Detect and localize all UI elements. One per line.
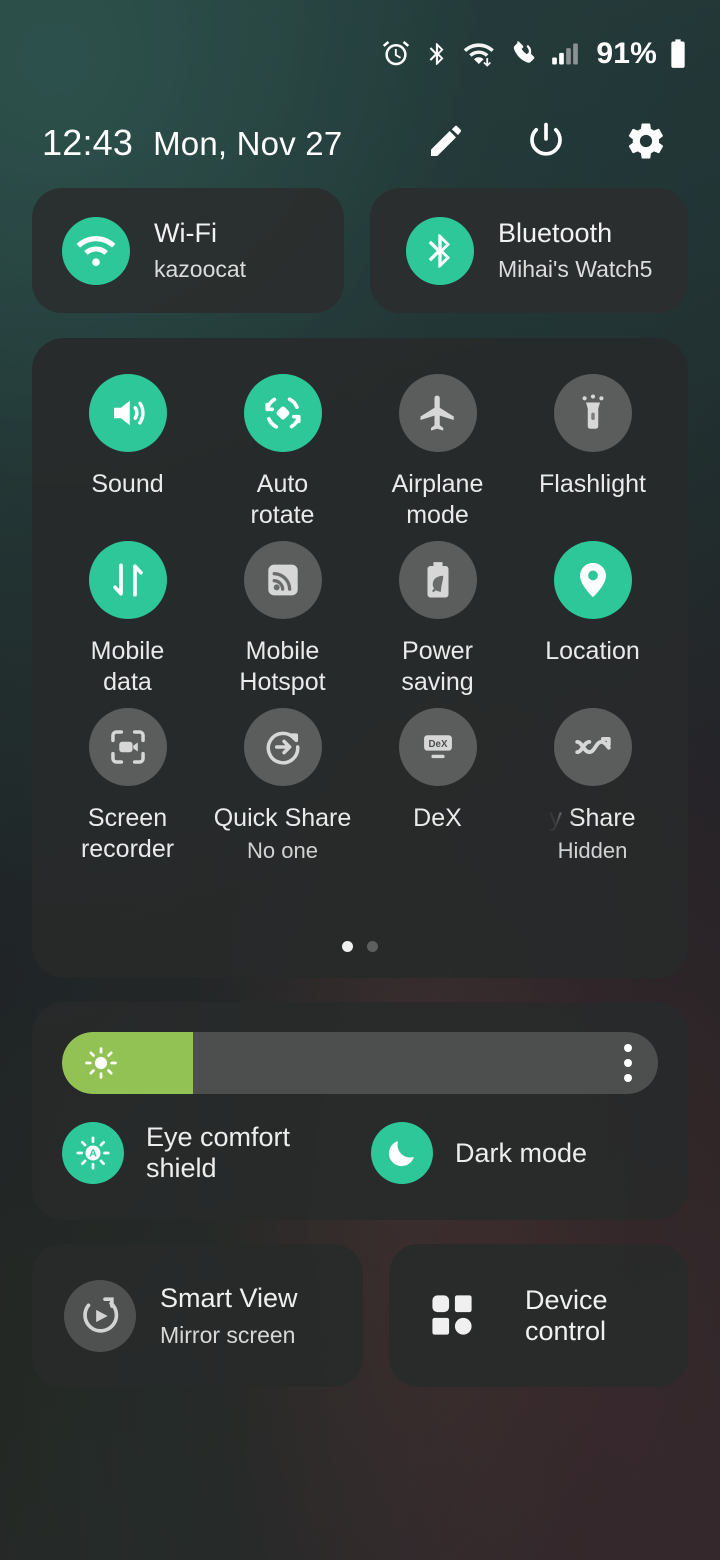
smart-view-title: Smart View — [160, 1282, 298, 1313]
bluetooth-icon[interactable] — [406, 216, 474, 285]
settings-button[interactable] — [624, 121, 668, 165]
bluetooth-icon — [424, 39, 450, 69]
dark-mode-label: Dark mode — [455, 1137, 588, 1168]
svg-text:A: A — [89, 1148, 97, 1160]
qs-label-flashlight: Flashlight — [539, 470, 646, 498]
device-control-text: Device control — [525, 1285, 688, 1347]
page-dot-2[interactable] — [367, 941, 378, 952]
eye-comfort-icon[interactable]: A — [62, 1122, 124, 1184]
clock-label[interactable]: 12:43 — [42, 122, 133, 164]
quick-toggle-panel: Sound Auto rotate Airplane mode Flashlig… — [32, 338, 688, 978]
bluetooth-subtitle: Mihai's Watch5 — [498, 256, 653, 282]
more-options-icon[interactable] — [624, 1044, 632, 1082]
qs-label-auto-rotate: Auto rotate — [250, 470, 315, 529]
brightness-slider[interactable] — [62, 1032, 658, 1094]
svg-text:DeX: DeX — [428, 739, 447, 750]
moon-icon[interactable] — [371, 1122, 433, 1184]
device-control-icon — [427, 1290, 479, 1342]
qs-tile-airplane-mode[interactable]: Airplane mode — [360, 374, 515, 531]
eye-comfort-label: Eye comfort shield — [146, 1122, 291, 1183]
gear-icon — [625, 120, 667, 167]
edit-button[interactable] — [424, 121, 468, 165]
eye-comfort-shield-toggle[interactable]: A Eye comfort shield — [62, 1122, 349, 1184]
qs-tile-quick-share[interactable]: Quick Share No one — [205, 708, 360, 865]
speaker-icon[interactable] — [88, 374, 167, 452]
flashlight-icon[interactable] — [553, 374, 632, 452]
qs-tile-mobile-data[interactable]: Mobile data — [50, 541, 205, 698]
qs-tile-power-saving[interactable]: Power saving — [360, 541, 515, 698]
power-saving-icon[interactable] — [398, 541, 477, 619]
qs-sublabel-quick-share: No one — [247, 838, 318, 863]
qs-label-screen-recorder: Screen recorder — [80, 804, 175, 863]
smart-view-icon — [64, 1279, 136, 1352]
dark-mode-toggle[interactable]: Dark mode — [349, 1122, 658, 1184]
qs-tile-mobile-hotspot[interactable]: Mobile Hotspot — [205, 541, 360, 698]
wifi-title: Wi-Fi — [154, 218, 217, 248]
qs-label-sound: Sound — [91, 470, 164, 498]
device-control-title: Device control — [525, 1284, 608, 1346]
screen-recorder-icon[interactable] — [88, 708, 167, 786]
smart-view-tile[interactable]: Smart View Mirror screen — [32, 1244, 363, 1387]
qs-tile-location[interactable]: Location — [515, 541, 670, 698]
battery-percent-label: 91% — [596, 37, 657, 70]
qs-label-quick-share: Quick Share — [213, 804, 352, 832]
page-indicator — [32, 941, 688, 952]
date-label[interactable]: Mon, Nov 27 — [153, 125, 342, 163]
qs-label-mobile-hotspot: Mobile Hotspot — [239, 637, 326, 696]
music-share-icon[interactable] — [553, 708, 632, 786]
quick-settings-panel: 91% 12:43 Mon, Nov 27 Wi-Fi kazoocat Blu… — [0, 0, 720, 1560]
qs-tile-dex[interactable]: DeX DeX — [360, 708, 515, 865]
power-icon — [525, 120, 567, 167]
bottom-tile-row: Smart View Mirror screen Device control — [32, 1244, 688, 1387]
qs-tile-sound[interactable]: Sound — [50, 374, 205, 531]
display-mode-row: A Eye comfort shield Dark mode — [62, 1122, 658, 1184]
quick-share-icon[interactable] — [243, 708, 322, 786]
connectivity-row: Wi-Fi kazoocat Bluetooth Mihai's Watch5 — [32, 188, 688, 313]
pencil-icon — [426, 121, 466, 166]
mobile-data-icon[interactable] — [88, 541, 167, 619]
signal-bars-icon — [551, 39, 579, 69]
smart-view-text: Smart View Mirror screen — [160, 1283, 298, 1349]
bluetooth-tile[interactable]: Bluetooth Mihai's Watch5 — [370, 188, 688, 313]
qs-tile-flashlight[interactable]: Flashlight — [515, 374, 670, 531]
location-pin-icon[interactable] — [553, 541, 632, 619]
dex-icon[interactable]: DeX — [398, 708, 477, 786]
brightness-fill — [62, 1032, 194, 1094]
qs-label-music-share: y Share — [549, 804, 636, 832]
smart-view-subtitle: Mirror screen — [160, 1321, 296, 1348]
device-control-tile[interactable]: Device control — [389, 1244, 688, 1387]
airplane-icon[interactable] — [398, 374, 477, 452]
qs-tile-music-share[interactable]: y Share Hidden — [515, 708, 670, 865]
alarm-icon — [381, 39, 411, 69]
header-actions — [424, 121, 720, 165]
power-button[interactable] — [524, 121, 568, 165]
page-dot-1[interactable] — [342, 941, 353, 952]
wifi-transfer-icon — [463, 39, 497, 69]
qs-label-mobile-data: Mobile data — [90, 637, 165, 696]
auto-rotate-icon[interactable] — [243, 374, 322, 452]
qs-label-airplane-mode: Airplane mode — [391, 470, 484, 529]
brightness-panel: A Eye comfort shield Dark mode — [32, 1002, 688, 1220]
qs-tile-screen-recorder[interactable]: Screen recorder — [50, 708, 205, 865]
wifi-text: Wi-Fi kazoocat — [154, 218, 246, 283]
call-icon — [510, 39, 538, 69]
brightness-sun-icon — [84, 1046, 118, 1080]
qs-label-power-saving: Power saving — [401, 637, 474, 696]
clock-date-group[interactable]: 12:43 Mon, Nov 27 — [0, 122, 342, 164]
bluetooth-title: Bluetooth — [498, 218, 613, 248]
bluetooth-text: Bluetooth Mihai's Watch5 — [498, 218, 652, 283]
hotspot-icon[interactable] — [243, 541, 322, 619]
wifi-subtitle: kazoocat — [154, 256, 247, 282]
wifi-icon[interactable] — [62, 216, 130, 285]
battery-icon — [668, 38, 688, 70]
status-bar: 91% — [0, 0, 720, 108]
qs-label-dex: DeX — [413, 804, 462, 832]
qs-label-location: Location — [545, 637, 640, 665]
wifi-tile[interactable]: Wi-Fi kazoocat — [32, 188, 344, 313]
qs-tile-auto-rotate[interactable]: Auto rotate — [205, 374, 360, 531]
qs-header: 12:43 Mon, Nov 27 — [0, 112, 720, 174]
qs-sublabel-music-share: Hidden — [557, 838, 628, 863]
quick-toggle-grid: Sound Auto rotate Airplane mode Flashlig… — [50, 374, 670, 865]
